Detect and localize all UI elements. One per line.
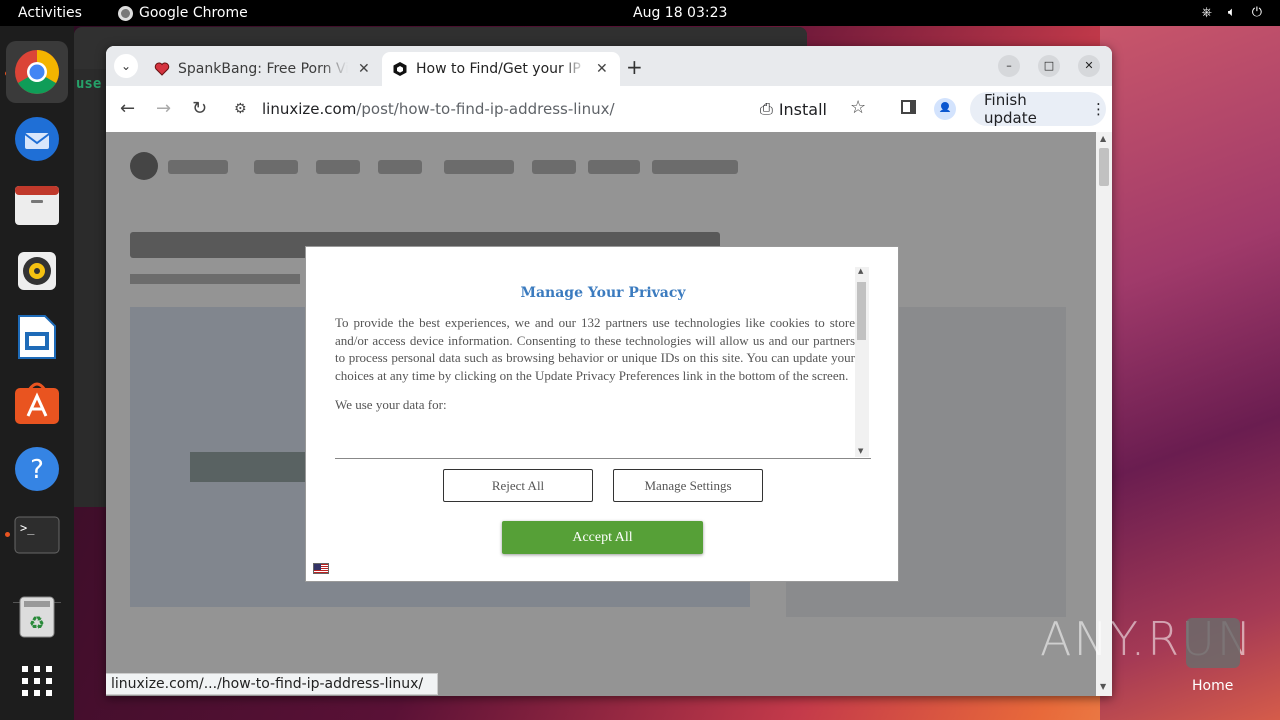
close-tab-icon[interactable]: ✕ [358,61,370,77]
network-icon: ⎈ [1201,5,1212,20]
site-info-icon[interactable]: ⚙ [234,101,247,117]
dock-files[interactable] [12,180,62,230]
bookmark-star-icon[interactable]: ☆ [850,97,866,118]
scroll-up-icon[interactable]: ▲ [1100,134,1106,143]
dock-chrome[interactable] [6,41,68,103]
home-folder-icon[interactable] [1186,618,1240,668]
rhythmbox-icon [18,252,56,290]
maximize-button[interactable]: □ [1038,55,1060,77]
consent-body: To provide the best experiences, we and … [335,315,855,383]
running-indicator [5,532,10,537]
accept-all-button[interactable]: Accept All [502,521,703,554]
status-bubble-url: linuxize.com/.../how-to-find-ip-address-… [106,673,439,695]
dock-app-center[interactable] [12,378,62,428]
dock-writer[interactable] [12,312,62,362]
close-tab-icon[interactable]: ✕ [596,61,608,77]
svg-text:♻: ♻ [29,613,45,634]
tab-search-button[interactable]: ⌄ [114,54,138,78]
dock-trash[interactable]: ♻ [12,592,62,642]
finish-update-button[interactable]: Finish update ⋮ [970,91,1106,127]
forward-button[interactable]: → [156,98,171,119]
svg-text:?: ? [30,455,44,485]
writer-icon [18,315,56,359]
consent-scrollbar[interactable]: ▲ ▼ [855,267,869,457]
url-text: linuxize.com/post/how-to-find-ip-address… [262,100,615,118]
profile-avatar-icon[interactable] [934,98,956,120]
home-folder-label: Home [1192,678,1234,694]
scroll-up-icon[interactable]: ▲ [858,267,863,275]
heart-favicon-icon [154,62,170,76]
install-label: Install [778,99,827,119]
top-bar: Activities Google Chrome Aug 18 03:23 ⎈ … [0,0,1280,26]
svg-text:>_: >_ [20,521,35,535]
side-panel-icon[interactable] [901,100,916,114]
dock-terminal[interactable]: >_ [12,510,62,560]
trash-icon: ♻ [19,596,55,638]
consent-title: Manage Your Privacy [520,285,686,301]
new-tab-button[interactable]: + [626,55,643,79]
tab-label: How to Find/Get your IP Address [416,61,586,77]
chrome-window[interactable]: ⌄ SpankBang: Free Porn Videos ✕ How to F… [106,46,1112,696]
privacy-consent-dialog: Manage Your Privacy To provide the best … [305,246,899,582]
activities-button[interactable]: Activities [18,5,82,21]
consent-data-uses: We use your data for: [335,397,447,412]
dock-help[interactable]: ? [12,444,62,494]
dock-show-apps[interactable] [12,656,62,706]
linuxize-favicon-icon [393,62,407,76]
install-button[interactable]: ⎙ Install [760,99,827,119]
reload-button[interactable]: ↻ [192,98,207,119]
minimize-button[interactable]: – [998,55,1020,77]
scroll-down-icon[interactable]: ▼ [1100,682,1106,691]
dock-thunderbird[interactable] [12,114,62,164]
url-host: linuxize.com [262,100,357,118]
language-flag-icon[interactable] [313,563,329,574]
tab-linuxize[interactable]: How to Find/Get your IP Address ✕ [382,52,620,86]
dock: ? >_ ♻ [0,26,74,720]
help-icon: ? [15,447,59,491]
reject-all-button[interactable]: Reject All [443,469,593,502]
terminal-text: use [76,76,102,92]
thunderbird-icon [15,117,59,161]
scrollbar-thumb[interactable] [1099,148,1109,186]
app-name: Google Chrome [139,5,248,21]
url-path: /post/how-to-find-ip-address-linux/ [356,100,615,118]
app-menu[interactable]: Google Chrome [118,5,248,21]
chrome-small-icon [118,5,133,21]
clock[interactable]: Aug 18 03:23 [633,5,727,21]
volume-icon: 🔈︎ [1227,5,1236,20]
scroll-down-icon[interactable]: ▼ [858,447,863,455]
back-button[interactable]: ← [120,98,135,119]
manage-settings-button[interactable]: Manage Settings [613,469,763,502]
tab-strip: ⌄ SpankBang: Free Porn Videos ✕ How to F… [106,46,1112,86]
tab-label: SpankBang: Free Porn Videos [178,61,348,77]
app-center-icon [15,382,59,424]
menu-dots-icon: ⋮ [1091,100,1106,118]
browser-toolbar: ← → ↻ ⚙ linuxize.com/post/how-to-find-ip… [106,86,1112,132]
show-apps-icon [22,666,52,696]
terminal-icon: >_ [14,516,60,554]
power-icon: ⏻ [1251,5,1262,20]
system-tray[interactable]: ⎈ 🔈︎ ⏻ [1201,5,1262,20]
consent-scroll-area[interactable]: Manage Your Privacy To provide the best … [335,267,871,459]
files-icon [15,186,59,225]
close-window-button[interactable]: ✕ [1078,55,1100,77]
tab-spankbang[interactable]: SpankBang: Free Porn Videos ✕ [144,52,376,86]
dock-rhythmbox[interactable] [12,246,62,296]
chrome-icon [15,50,59,94]
install-icon: ⎙ [760,99,773,118]
consent-scrollbar-thumb[interactable] [857,282,866,340]
finish-update-label: Finish update [984,91,1037,127]
